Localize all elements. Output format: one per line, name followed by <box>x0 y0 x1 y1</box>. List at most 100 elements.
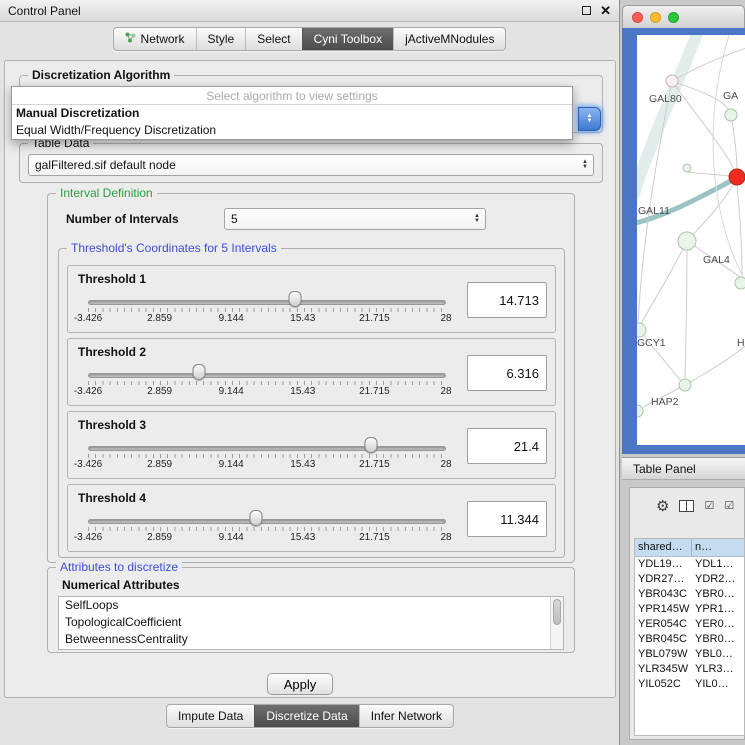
tab-label: Discretize Data <box>266 709 347 723</box>
network-node[interactable] <box>637 323 646 337</box>
table-panel: ⚙ ☑ ☑ shared…n… YDL19…YDL1…YDR27…YDR2…YB… <box>629 487 745 740</box>
threshold-1-slider[interactable]: -3.4262.8599.14415.4321.71528 <box>88 290 446 330</box>
slider-thumb[interactable] <box>364 437 377 453</box>
network-canvas[interactable]: GAL80GAGAL11GAL4GCY1HHAP2 <box>637 35 745 445</box>
tick-label: 28 <box>440 386 451 397</box>
tick-label: 2.859 <box>147 532 172 543</box>
tab-network[interactable]: Network <box>114 28 196 50</box>
column-header-2[interactable]: n… <box>692 539 744 556</box>
tab-infer-network[interactable]: Infer Network <box>359 705 453 727</box>
network-node[interactable] <box>729 169 745 185</box>
table-panel-title: Table Panel <box>633 462 696 476</box>
table-data-combobox[interactable]: galFiltered.sif default node ▲ ▼ <box>28 154 594 176</box>
network-node[interactable] <box>678 232 696 250</box>
network-edge[interactable] <box>641 241 687 324</box>
slider-thumb[interactable] <box>192 364 205 380</box>
attributes-scrollbar[interactable] <box>550 597 563 649</box>
slider-thumb[interactable] <box>288 291 301 307</box>
threshold-1-value[interactable]: 14.713 <box>467 282 547 318</box>
network-edge[interactable] <box>685 241 687 379</box>
algorithm-option-manual-discretization[interactable]: Manual Discretization <box>12 105 572 122</box>
tick-label: 21.715 <box>359 313 390 324</box>
table-row[interactable]: YIL052CYIL0… <box>635 677 744 692</box>
attributes-group-label: Attributes to discretize <box>56 560 182 574</box>
table-row[interactable]: YER054CYER0… <box>635 617 744 632</box>
column-header-1[interactable]: shared… <box>635 539 692 556</box>
num-intervals-combobox[interactable]: 5 ▲ ▼ <box>224 208 486 230</box>
table-cell: YLR3… <box>692 662 744 677</box>
scrollbar-thumb[interactable] <box>553 599 561 625</box>
table-row[interactable]: YDR27…YDR2… <box>635 572 744 587</box>
tab-label: Network <box>141 32 185 46</box>
minimize-traffic-light-icon[interactable] <box>650 12 661 23</box>
network-node[interactable] <box>637 405 643 417</box>
tab-style[interactable]: Style <box>196 28 246 50</box>
float-window-icon[interactable] <box>582 6 591 15</box>
table-toolbar: ⚙ ☑ ☑ <box>630 488 744 518</box>
attribute-item[interactable]: BetweennessCentrality <box>59 631 563 648</box>
select-checkbox-icon[interactable]: ☑ <box>704 501 714 512</box>
table-cell: YER054C <box>635 617 692 632</box>
tick-label: 9.144 <box>219 532 244 543</box>
select-all-checkbox-icon[interactable]: ☑ <box>724 501 734 512</box>
slider-tickmarks <box>88 308 446 312</box>
tab-select[interactable]: Select <box>245 28 301 50</box>
tab-discretize-data[interactable]: Discretize Data <box>254 705 358 727</box>
tab-impute-data[interactable]: Impute Data <box>167 705 254 727</box>
table-row[interactable]: YDL19…YDL1… <box>635 557 744 572</box>
network-edge[interactable] <box>685 343 745 385</box>
network-edge[interactable] <box>713 35 743 277</box>
network-edge[interactable] <box>637 179 735 225</box>
network-edge[interactable] <box>687 172 730 176</box>
tick-label: -3.426 <box>74 532 102 543</box>
table-cell: YDL19… <box>635 557 692 572</box>
attr-items: SelfLoopsTopologicalCoefficientBetweenne… <box>59 597 563 648</box>
zoom-traffic-light-icon[interactable] <box>668 12 679 23</box>
threshold-list: Threshold 1-3.4262.8599.14415.4321.71528… <box>59 265 564 552</box>
network-edge[interactable] <box>737 185 742 275</box>
tick-label: 15.43 <box>290 459 315 470</box>
threshold-4-slider[interactable]: -3.4262.8599.14415.4321.71528 <box>88 509 446 549</box>
algorithm-option-equal-width-frequency-discretization[interactable]: Equal Width/Frequency Discretization <box>12 122 572 139</box>
gear-icon[interactable]: ⚙ <box>656 499 669 514</box>
thresholds-group-label: Threshold's Coordinates for 5 Intervals <box>67 241 281 255</box>
table-cell: YBL079W <box>635 647 692 662</box>
slider-tickmarks <box>88 381 446 385</box>
threshold-2-slider[interactable]: -3.4262.8599.14415.4321.71528 <box>88 363 446 403</box>
tab-label: jActiveMNodules <box>405 32 494 46</box>
apply-button[interactable]: Apply <box>267 673 333 695</box>
network-node[interactable] <box>666 75 678 87</box>
network-node[interactable] <box>735 277 745 289</box>
threshold-3-value[interactable]: 21.4 <box>467 428 547 464</box>
numerical-attributes-list[interactable]: SelfLoopsTopologicalCoefficientBetweenne… <box>58 596 564 650</box>
table-row[interactable]: YBR043CYBR0… <box>635 587 744 602</box>
slider-thumb[interactable] <box>250 510 263 526</box>
threshold-label: Threshold 4 <box>78 491 146 505</box>
algorithm-dropdown-popup: Select algorithm to view settings Manual… <box>11 86 573 140</box>
tick-label: 2.859 <box>147 386 172 397</box>
close-icon[interactable]: ✕ <box>600 4 611 17</box>
attribute-item[interactable]: SelfLoops <box>59 597 563 614</box>
table-row[interactable]: YBL079WYBL0… <box>635 647 744 662</box>
network-edge[interactable] <box>732 120 737 169</box>
tick-label: 9.144 <box>219 386 244 397</box>
node-label: GA <box>723 90 738 102</box>
close-traffic-light-icon[interactable] <box>632 12 643 23</box>
tab-label: Impute Data <box>178 709 243 723</box>
tab-cyni-toolbox[interactable]: Cyni Toolbox <box>302 28 393 50</box>
network-node[interactable] <box>683 164 691 172</box>
network-node[interactable] <box>679 379 691 391</box>
threshold-2-value[interactable]: 6.316 <box>467 355 547 391</box>
threshold-3-slider[interactable]: -3.4262.8599.14415.4321.71528 <box>88 436 446 476</box>
columns-icon[interactable] <box>679 500 694 512</box>
algorithm-combobox-button[interactable]: ▲ ▼ <box>578 107 601 131</box>
table-row[interactable]: YPR145WYPR1… <box>635 602 744 617</box>
table-row[interactable]: YBR045CYBR0… <box>635 632 744 647</box>
threshold-4-value[interactable]: 11.344 <box>467 501 547 537</box>
table-row[interactable]: YLR345WYLR3… <box>635 662 744 677</box>
network-node[interactable] <box>725 109 737 121</box>
tab-jactivemnodules[interactable]: jActiveMNodules <box>393 28 505 50</box>
num-intervals-value: 5 <box>231 212 238 226</box>
attribute-item[interactable]: TopologicalCoefficient <box>59 614 563 631</box>
table-data-value: galFiltered.sif default node <box>35 158 176 172</box>
